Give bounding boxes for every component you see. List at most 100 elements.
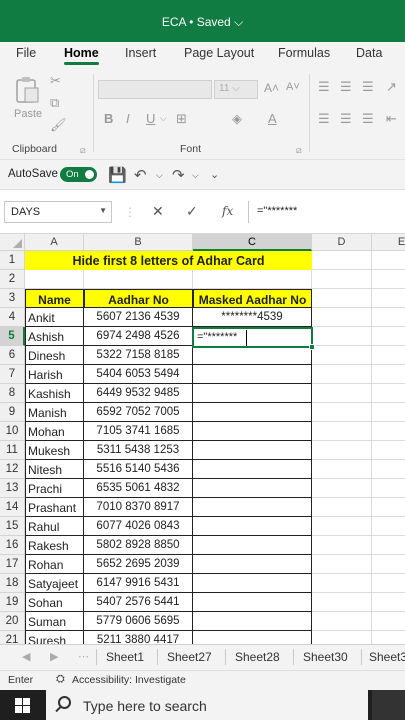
more-options-icon[interactable]: ⋮ [124, 205, 136, 219]
name-cell[interactable]: Sohan [25, 593, 84, 612]
aadhar-cell[interactable]: 5779 0606 5695 [84, 612, 193, 631]
aadhar-cell[interactable]: 5407 2576 5441 [84, 593, 193, 612]
undo-dropdown-icon[interactable]: ⌵ [156, 170, 163, 181]
select-all-button[interactable] [0, 234, 25, 251]
enter-icon[interactable]: ✓ [186, 203, 198, 220]
column-header-c[interactable]: C [193, 234, 312, 251]
grid-cell[interactable] [372, 270, 405, 289]
tab-insert[interactable]: Insert [125, 46, 156, 60]
grid-cell[interactable] [312, 403, 372, 422]
name-box[interactable]: DAYS ▼ [4, 201, 112, 223]
grid-cell[interactable] [312, 460, 372, 479]
name-cell[interactable]: Ashish [25, 327, 84, 346]
align-top-icon[interactable]: ☰ [318, 80, 330, 93]
autosave-toggle[interactable]: On [60, 167, 97, 182]
masked-cell[interactable] [193, 498, 312, 517]
masked-cell[interactable] [193, 612, 312, 631]
grid-cell[interactable] [372, 555, 405, 574]
aadhar-cell[interactable]: 6449 9532 9485 [84, 384, 193, 403]
grid-cell[interactable] [312, 517, 372, 536]
font-launcher-icon[interactable]: ⧄ [296, 146, 302, 155]
grid-cell[interactable] [312, 441, 372, 460]
row-header[interactable]: 13 [0, 479, 25, 498]
masked-cell[interactable] [193, 441, 312, 460]
grid-cell[interactable] [372, 536, 405, 555]
grid-cell[interactable] [372, 460, 405, 479]
masked-cell[interactable] [193, 346, 312, 365]
sheet-tab-sheet30[interactable]: Sheet30 [303, 650, 348, 664]
underline-icon[interactable]: U [146, 112, 155, 125]
row-header[interactable]: 17 [0, 555, 25, 574]
taskbar-search[interactable]: Type here to search [46, 690, 368, 720]
row-header[interactable]: 11 [0, 441, 25, 460]
bold-icon[interactable]: B [104, 112, 113, 125]
masked-cell[interactable] [193, 479, 312, 498]
row-header[interactable]: 19 [0, 593, 25, 612]
aadhar-cell[interactable]: 7105 3741 1685 [84, 422, 193, 441]
grid-cell[interactable] [312, 251, 372, 270]
grid-cell[interactable] [372, 384, 405, 403]
row-header[interactable]: 10 [0, 422, 25, 441]
masked-cell[interactable] [193, 422, 312, 441]
save-icon[interactable]: 💾 [108, 166, 127, 184]
grid-cell[interactable] [372, 422, 405, 441]
redo-dropdown-icon[interactable]: ⌵ [192, 170, 199, 181]
grid-cell[interactable] [372, 403, 405, 422]
name-cell[interactable]: Harish [25, 365, 84, 384]
accessibility-status[interactable]: Accessibility: Investigate [72, 674, 186, 686]
grid-cell[interactable] [312, 593, 372, 612]
name-cell[interactable]: Satyajeet [25, 574, 84, 593]
masked-cell[interactable] [193, 631, 312, 644]
chevron-down-icon[interactable]: ⌵ [234, 15, 243, 29]
paste-label[interactable]: Paste [14, 108, 42, 120]
borders-icon[interactable]: ⊞ [176, 112, 187, 125]
underline-dropdown-icon[interactable]: ⌵ [160, 114, 167, 123]
decrease-font-icon[interactable]: A˅ [286, 82, 300, 93]
aadhar-cell[interactable]: 5311 5438 1253 [84, 441, 193, 460]
window-title[interactable]: ECA • Saved ⌵ [0, 15, 405, 30]
masked-cell[interactable] [193, 574, 312, 593]
grid-cell[interactable] [372, 365, 405, 384]
grid-cell[interactable] [312, 574, 372, 593]
align-left-icon[interactable]: ☰ [318, 112, 330, 125]
grid-cell[interactable] [312, 555, 372, 574]
column-header-d[interactable]: D [312, 234, 372, 251]
name-cell[interactable]: Mohan [25, 422, 84, 441]
clipboard-launcher-icon[interactable]: ⧄ [80, 146, 86, 155]
column-header-a[interactable]: A [25, 234, 84, 251]
masked-cell[interactable] [193, 593, 312, 612]
grid-cell[interactable] [312, 631, 372, 644]
fill-handle[interactable] [309, 344, 315, 350]
header-cell-masked[interactable]: Masked Aadhar No [193, 289, 312, 308]
row-header[interactable]: 6 [0, 346, 25, 365]
grid-cell[interactable] [372, 346, 405, 365]
row-header[interactable]: 18 [0, 574, 25, 593]
row-header[interactable]: 14 [0, 498, 25, 517]
grid-cell[interactable] [312, 612, 372, 631]
name-cell[interactable]: Rakesh [25, 536, 84, 555]
grid-cell[interactable] [312, 422, 372, 441]
grid-cell[interactable] [372, 441, 405, 460]
tab-home[interactable]: Home [64, 46, 99, 65]
name-cell[interactable]: Mukesh [25, 441, 84, 460]
windows-start-icon[interactable] [15, 698, 30, 713]
customize-toolbar-icon[interactable]: ⌄ [210, 168, 219, 181]
name-cell[interactable]: Suman [25, 612, 84, 631]
grid-cell[interactable] [312, 384, 372, 403]
grid-cell[interactable] [372, 612, 405, 631]
grid-cell[interactable] [312, 536, 372, 555]
aadhar-cell[interactable]: 5404 6053 5494 [84, 365, 193, 384]
font-name-combo[interactable] [98, 80, 212, 99]
italic-icon[interactable]: I [126, 112, 130, 125]
grid-cell[interactable] [372, 308, 405, 327]
chevron-down-icon[interactable]: ▼ [99, 206, 107, 215]
name-cell[interactable]: Ankit [25, 308, 84, 327]
aadhar-cell[interactable]: 5802 8928 8850 [84, 536, 193, 555]
tab-file[interactable]: File [16, 46, 36, 60]
name-cell[interactable]: Suresh [25, 631, 84, 644]
more-sheets-icon[interactable]: ⋯ [78, 650, 89, 663]
aadhar-cell[interactable]: 5607 2136 4539 [84, 308, 193, 327]
sheet-tab-sheet1[interactable]: Sheet1 [106, 650, 144, 664]
name-cell[interactable]: Kashish [25, 384, 84, 403]
redo-icon[interactable]: ↷ [172, 166, 185, 184]
